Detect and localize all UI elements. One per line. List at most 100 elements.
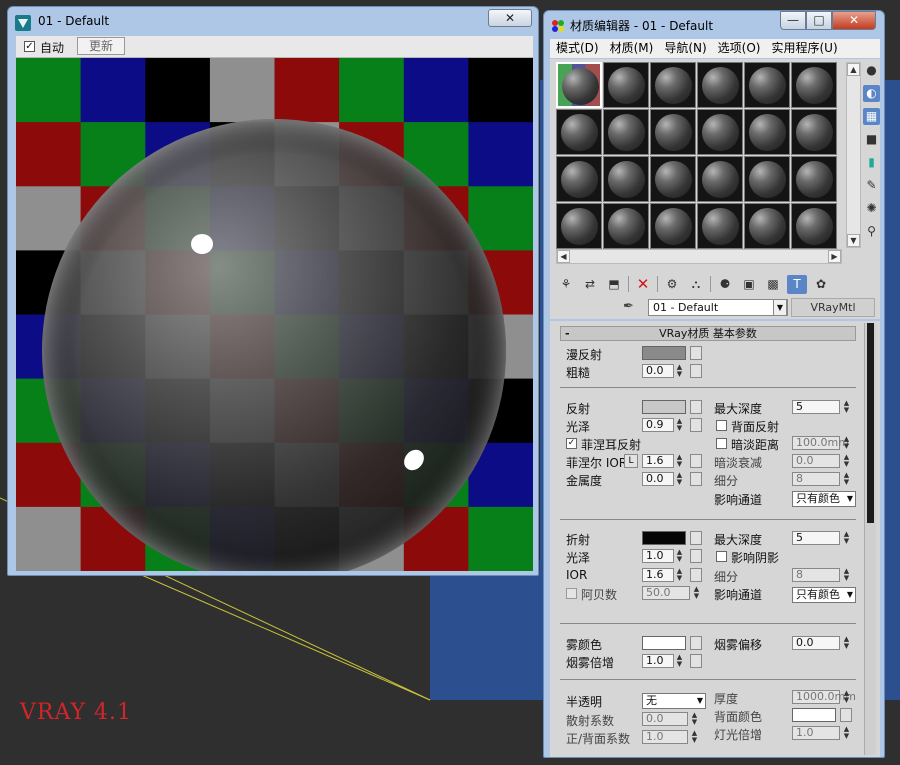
spinner-arrows-icon[interactable]: ▲ ▼ xyxy=(675,549,684,563)
video-color-check-icon[interactable]: ▮ xyxy=(863,154,880,171)
sample-slot[interactable] xyxy=(603,62,649,108)
reflect-color-swatch[interactable] xyxy=(642,400,686,414)
roughness-map-button[interactable] xyxy=(690,364,702,378)
scroll-up-icon[interactable]: ▲ xyxy=(847,63,860,76)
metalness-map-button[interactable] xyxy=(690,472,702,486)
refract-affect-channels-dropdown[interactable]: 只有颜色 ▼ xyxy=(792,587,856,603)
spinner-arrows-icon[interactable]: ▲ ▼ xyxy=(690,730,699,744)
spinner-arrows-icon[interactable]: ▲ ▼ xyxy=(675,472,684,486)
subdivs-spinner[interactable]: 8 xyxy=(792,472,840,486)
material-editor-titlebar[interactable]: 材质编辑器 - 01 - Default — □ ✕ xyxy=(544,11,884,40)
minimize-button[interactable]: — xyxy=(780,11,806,30)
sample-slot[interactable] xyxy=(603,203,649,249)
scroll-right-icon[interactable]: ▶ xyxy=(828,250,841,263)
refract-subdivs-spinner[interactable]: 8 xyxy=(792,568,840,582)
fog-multiplier-spinner[interactable]: 1.0 xyxy=(642,654,674,668)
sample-slot[interactable] xyxy=(744,62,790,108)
maximize-button[interactable]: □ xyxy=(806,11,832,30)
affect-shadows-checkbox[interactable] xyxy=(716,551,727,562)
sample-slot[interactable] xyxy=(697,62,743,108)
sample-slot[interactable] xyxy=(744,156,790,202)
select-by-material-icon[interactable]: ⚲ xyxy=(863,223,880,240)
sample-slot[interactable] xyxy=(556,203,602,249)
fog-bias-spinner[interactable]: 0.0 xyxy=(792,636,840,650)
close-button[interactable]: ✕ xyxy=(488,9,532,27)
spinner-arrows-icon[interactable]: ▲ ▼ xyxy=(675,654,684,668)
spinner-arrows-icon[interactable]: ▲ ▼ xyxy=(675,364,684,378)
scatter-coeff-spinner[interactable]: 0.0 xyxy=(642,712,688,726)
spinner-arrows-icon[interactable]: ▲ ▼ xyxy=(842,726,851,740)
material-name-field[interactable]: 01 - Default ▼ xyxy=(648,299,788,316)
fwd-back-coeff-spinner[interactable]: 1.0 xyxy=(642,730,688,744)
roughness-spinner[interactable]: 0.0 xyxy=(642,364,674,378)
fresnel-ior-map-button[interactable] xyxy=(690,454,702,468)
render-preview-area[interactable] xyxy=(16,58,533,571)
params-scrollbar-thumb[interactable] xyxy=(867,323,874,523)
fresnel-checkbox[interactable]: ✓ xyxy=(566,438,577,449)
menu-material[interactable]: 材质(M) xyxy=(610,39,654,58)
fresnel-ior-spinner[interactable]: 1.6 xyxy=(642,454,674,468)
slots-horizontal-scrollbar[interactable]: ◀ ▶ xyxy=(556,249,842,264)
params-scrollbar[interactable] xyxy=(864,323,876,755)
backlight-icon[interactable]: ◐ xyxy=(863,85,880,102)
put-to-scene-icon[interactable]: ⇄ xyxy=(580,275,600,294)
sample-slot[interactable] xyxy=(791,156,837,202)
material-editor-window[interactable]: 材质编辑器 - 01 - Default — □ ✕ 模式(D) 材质(M) 导… xyxy=(543,10,885,758)
assign-to-selection-icon[interactable]: ⬒ xyxy=(604,275,624,294)
refract-gloss-spinner[interactable]: 1.0 xyxy=(642,549,674,563)
diffuse-map-button[interactable] xyxy=(690,346,702,360)
spinner-arrows-icon[interactable]: ▲ ▼ xyxy=(675,454,684,468)
diffuse-color-swatch[interactable] xyxy=(642,346,686,360)
go-to-parent-icon[interactable]: T xyxy=(787,274,807,294)
sample-slot[interactable] xyxy=(697,203,743,249)
menu-navigation[interactable]: 导航(N) xyxy=(664,39,706,58)
ior-spinner[interactable]: 1.6 xyxy=(642,568,674,582)
slots-vertical-scrollbar[interactable]: ▲ ▼ xyxy=(846,62,861,248)
spinner-arrows-icon[interactable]: ▲ ▼ xyxy=(842,636,851,650)
sample-uv-icon[interactable]: ■ xyxy=(863,131,880,148)
make-preview-icon[interactable]: ✎ xyxy=(863,177,880,194)
spinner-arrows-icon[interactable]: ▲ ▼ xyxy=(842,400,851,414)
back-color-map-button[interactable] xyxy=(840,708,852,722)
close-button[interactable]: ✕ xyxy=(832,11,876,30)
update-button[interactable]: 更新 xyxy=(77,37,125,55)
spinner-arrows-icon[interactable]: ▲ ▼ xyxy=(842,472,851,486)
fog-color-map-button[interactable] xyxy=(690,636,702,650)
spinner-arrows-icon[interactable]: ▲ ▼ xyxy=(842,436,851,450)
sphere-icon[interactable]: ● xyxy=(863,62,880,79)
get-material-icon[interactable]: ⚘ xyxy=(556,275,576,294)
material-type-button[interactable]: VRayMtl xyxy=(791,298,875,317)
spinner-arrows-icon[interactable]: ▲ ▼ xyxy=(842,454,851,468)
auto-checkbox[interactable]: ✓ xyxy=(24,41,35,52)
parameter-panel[interactable]: - VRay材质 基本参数 漫反射 粗糙 0.0 ▲ ▼ 反射 光泽 0.9 ▲ ▼… xyxy=(550,321,880,757)
render-preview-window[interactable]: 01 - Default ✕ ✓ 自动 更新 xyxy=(7,6,539,576)
sample-slot[interactable] xyxy=(556,109,602,155)
sample-slot[interactable] xyxy=(791,203,837,249)
fog-multiplier-map-button[interactable] xyxy=(690,654,702,668)
refract-gloss-map-button[interactable] xyxy=(690,549,702,563)
gloss-spinner[interactable]: 0.9 xyxy=(642,418,674,432)
sample-slot[interactable] xyxy=(791,109,837,155)
fog-color-swatch[interactable] xyxy=(642,636,686,650)
fresnel-ior-lock-button[interactable]: L xyxy=(624,454,638,468)
metalness-spinner[interactable]: 0.0 xyxy=(642,472,674,486)
max-depth-spinner[interactable]: 5 xyxy=(792,400,840,414)
go-forward-sibling-icon[interactable]: ✿ xyxy=(811,275,831,294)
abbe-checkbox[interactable] xyxy=(566,588,577,599)
put-to-library-icon[interactable]: ⛬ xyxy=(686,275,706,294)
checker-background-icon[interactable]: ▦ xyxy=(863,108,880,125)
refract-max-depth-spinner[interactable]: 5 xyxy=(792,531,840,545)
sample-slot[interactable] xyxy=(697,109,743,155)
back-color-swatch[interactable] xyxy=(792,708,836,722)
show-end-result-icon[interactable]: ▩ xyxy=(763,275,783,294)
light-multiplier-spinner[interactable]: 1.0 xyxy=(792,726,840,740)
rollout-header[interactable]: - VRay材质 基本参数 xyxy=(560,326,856,341)
sample-slot[interactable] xyxy=(603,109,649,155)
sample-slot[interactable] xyxy=(650,203,696,249)
spinner-arrows-icon[interactable]: ▲ ▼ xyxy=(692,586,701,600)
options-icon[interactable]: ✺ xyxy=(863,200,880,217)
make-unique-icon[interactable]: ⚙ xyxy=(662,275,682,294)
sample-slot[interactable] xyxy=(697,156,743,202)
sample-slot[interactable] xyxy=(603,156,649,202)
translucency-dropdown[interactable]: 无 ▼ xyxy=(642,693,706,709)
